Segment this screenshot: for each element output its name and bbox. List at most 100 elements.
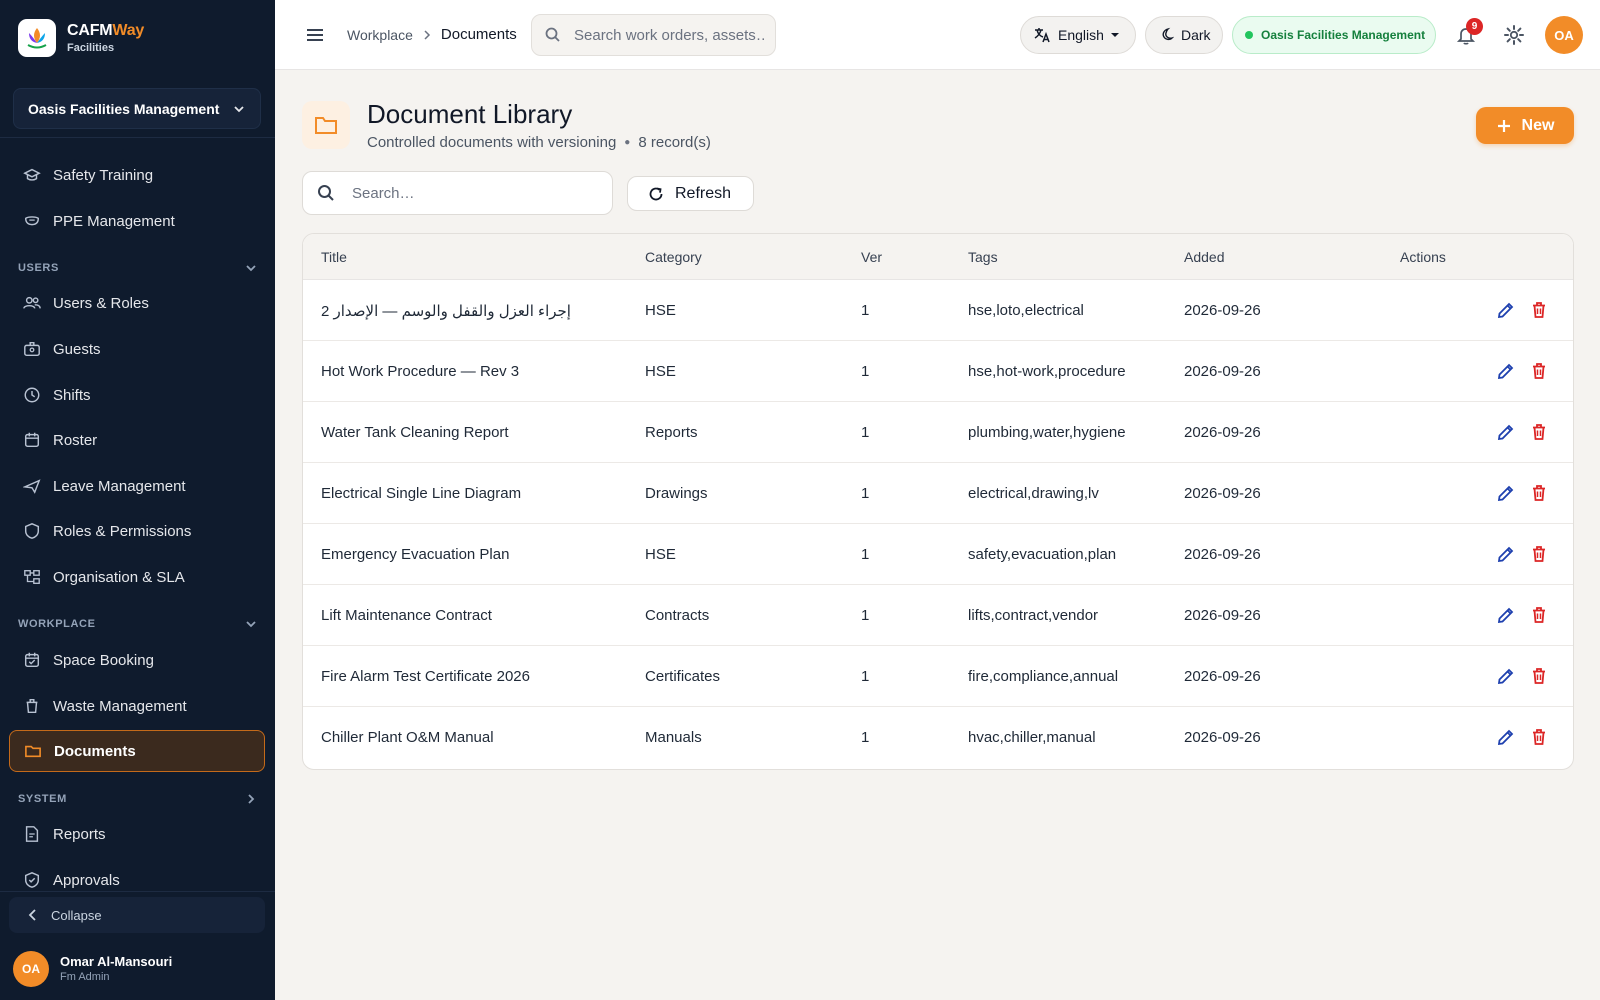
brand-name: CAFMWay: [67, 21, 145, 39]
sidebar-item-waste-management[interactable]: Waste Management: [9, 685, 265, 727]
user-card[interactable]: OA Omar Al-Mansouri Fm Admin: [13, 951, 172, 987]
user-avatar[interactable]: OA: [1545, 16, 1583, 54]
sidebar-item-shifts[interactable]: Shifts: [9, 374, 265, 416]
org-chart-icon: [22, 567, 42, 587]
sidebar-item-leave-management[interactable]: Leave Management: [9, 465, 265, 507]
edit-icon[interactable]: [1496, 666, 1516, 686]
sidebar: CAFMWay Facilities Oasis Facilities Mana…: [0, 0, 275, 1000]
notification-count-badge: 9: [1466, 18, 1483, 35]
delete-icon[interactable]: [1529, 605, 1549, 625]
collapse-button[interactable]: Collapse: [9, 897, 265, 933]
sidebar-item-ppe-management[interactable]: PPE Management: [9, 200, 265, 242]
cell-category: Certificates: [645, 668, 721, 685]
cell-added: 2026-09-26: [1184, 607, 1261, 624]
sidebar-item-documents[interactable]: Documents: [9, 730, 265, 772]
section-users[interactable]: USERS: [18, 260, 258, 276]
document-search[interactable]: [302, 171, 613, 215]
menu-icon[interactable]: [303, 23, 327, 47]
users-icon: [22, 293, 42, 313]
theme-toggle[interactable]: Dark: [1145, 16, 1223, 54]
sidebar-item-label: Guests: [53, 340, 101, 358]
column-header-title[interactable]: Title: [321, 249, 347, 265]
clock-icon: [22, 385, 42, 405]
shield-check-icon: [22, 870, 42, 890]
section-label: USERS: [18, 262, 59, 274]
table-row[interactable]: Water Tank Cleaning Report Reports 1 plumbi…: [303, 402, 1573, 463]
refresh-button[interactable]: Refresh: [627, 176, 754, 211]
table-row[interactable]: Chiller Plant O&M Manual Manuals 1 hvac,chi…: [303, 707, 1573, 768]
cell-category: Reports: [645, 424, 698, 441]
edit-icon[interactable]: [1496, 483, 1516, 503]
table-row[interactable]: Fire Alarm Test Certificate 2026 Certific…: [303, 646, 1573, 707]
sidebar-item-label: Roles & Permissions: [53, 522, 192, 540]
cell-tags: lifts,contract,vendor: [968, 607, 1099, 624]
sidebar-item-roles-permissions[interactable]: Roles & Permissions: [9, 510, 265, 552]
section-workplace[interactable]: WORKPLACE: [18, 616, 258, 632]
sidebar-item-label: Safety Training: [53, 166, 154, 184]
page-subtitle: Controlled documents with versioning ● 8…: [367, 134, 711, 151]
delete-icon[interactable]: [1529, 483, 1549, 503]
page-title: Document Library: [367, 99, 573, 129]
global-search[interactable]: [531, 14, 776, 56]
delete-icon[interactable]: [1529, 361, 1549, 381]
edit-icon[interactable]: [1496, 605, 1516, 625]
brand[interactable]: CAFMWay Facilities: [18, 19, 144, 57]
column-header-added[interactable]: Added: [1184, 249, 1224, 265]
translate-icon: [1034, 28, 1050, 43]
edit-icon[interactable]: [1496, 300, 1516, 320]
table-row[interactable]: إجراء العزل والقفل والوسم — الإصدار 2 HSE…: [303, 280, 1573, 341]
sidebar-item-label: Documents: [54, 742, 136, 760]
document-search-input[interactable]: [352, 184, 592, 202]
language-selector[interactable]: English: [1020, 16, 1136, 54]
sidebar-item-label: Roster: [53, 431, 98, 449]
moon-icon: [1162, 27, 1174, 41]
cell-category: Contracts: [645, 607, 710, 624]
edit-icon[interactable]: [1496, 727, 1516, 747]
table-header: Title Category Ver Tags Added Actions: [303, 234, 1573, 280]
page-subtitle-text: Controlled documents with versioning: [367, 134, 617, 151]
delete-icon[interactable]: [1529, 300, 1549, 320]
cell-version: 1: [861, 363, 870, 380]
cell-tags: hse,hot-work,procedure: [968, 363, 1126, 380]
cell-title: Lift Maintenance Contract: [321, 607, 492, 624]
table-row[interactable]: Lift Maintenance Contract Contracts 1 lifts…: [303, 585, 1573, 646]
table-row[interactable]: Electrical Single Line Diagram Drawings 1 e…: [303, 463, 1573, 524]
sidebar-item-space-booking[interactable]: Space Booking: [9, 639, 265, 681]
column-header-category[interactable]: Category: [645, 249, 702, 265]
sidebar-item-approvals[interactable]: Approvals: [9, 859, 265, 901]
sidebar-item-organisation-sla[interactable]: Organisation & SLA: [9, 556, 265, 598]
edit-icon[interactable]: [1496, 361, 1516, 381]
edit-icon[interactable]: [1496, 544, 1516, 564]
gear-icon[interactable]: [1502, 23, 1526, 47]
cell-version: 1: [861, 302, 870, 319]
column-header-tags[interactable]: Tags: [968, 249, 998, 265]
sidebar-item-users-roles[interactable]: Users & Roles: [9, 282, 265, 324]
folder-icon: [23, 741, 43, 761]
calendar-icon: [22, 430, 42, 450]
sidebar-item-safety-training[interactable]: Safety Training: [9, 154, 265, 196]
delete-icon[interactable]: [1529, 422, 1549, 442]
new-button[interactable]: New: [1476, 107, 1574, 144]
delete-icon[interactable]: [1529, 666, 1549, 686]
column-header-ver[interactable]: Ver: [861, 249, 882, 265]
sidebar-item-label: Waste Management: [53, 697, 187, 715]
sidebar-item-roster[interactable]: Roster: [9, 419, 265, 461]
documents-table: Title Category Ver Tags Added Actions إج…: [302, 233, 1574, 770]
org-selector[interactable]: Oasis Facilities Management: [13, 88, 261, 129]
table-row[interactable]: Emergency Evacuation Plan HSE 1 safety,evac…: [303, 524, 1573, 585]
section-system[interactable]: SYSTEM: [18, 791, 258, 807]
delete-icon[interactable]: [1529, 544, 1549, 564]
cell-added: 2026-09-26: [1184, 729, 1261, 746]
badge-icon: [22, 339, 42, 359]
sidebar-item-reports[interactable]: Reports: [9, 813, 265, 855]
table-row[interactable]: Hot Work Procedure — Rev 3 HSE 1 hse,hot-wo…: [303, 341, 1573, 402]
global-search-input[interactable]: [574, 26, 764, 44]
org-status-badge[interactable]: Oasis Facilities Management: [1232, 16, 1436, 54]
record-count: 8 record(s): [638, 134, 711, 151]
breadcrumb-item-workplace[interactable]: Workplace: [347, 27, 413, 43]
delete-icon[interactable]: [1529, 727, 1549, 747]
breadcrumb: Workplace Documents: [347, 26, 517, 43]
cell-version: 1: [861, 607, 870, 624]
edit-icon[interactable]: [1496, 422, 1516, 442]
sidebar-item-guests[interactable]: Guests: [9, 328, 265, 370]
